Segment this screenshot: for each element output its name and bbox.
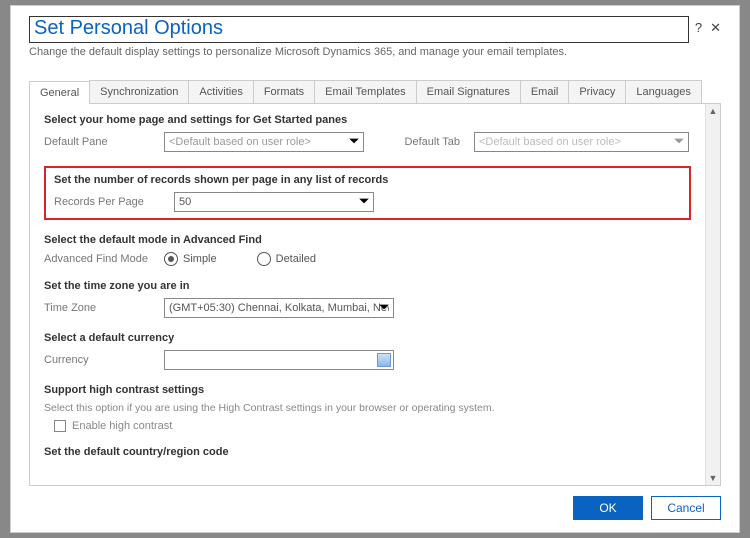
tab-email[interactable]: Email: [520, 80, 570, 103]
tab-email-templates[interactable]: Email Templates: [314, 80, 417, 103]
section-contrast-heading: Support high contrast settings: [44, 384, 691, 396]
lookup-icon: [377, 353, 391, 367]
advanced-find-mode-group: Simple Detailed: [164, 252, 316, 266]
default-pane-select[interactable]: [164, 132, 364, 152]
enable-high-contrast-row[interactable]: Enable high contrast: [54, 420, 691, 432]
tab-activities[interactable]: Activities: [188, 80, 253, 103]
dialog-header: Set Personal Options Change the default …: [29, 16, 721, 58]
records-per-page-label: Records Per Page: [54, 196, 174, 208]
radio-detailed[interactable]: Detailed: [257, 252, 316, 266]
personal-options-dialog: Set Personal Options Change the default …: [10, 5, 740, 533]
tab-privacy[interactable]: Privacy: [568, 80, 626, 103]
currency-label: Currency: [44, 354, 164, 366]
general-pane: Select your home page and settings for G…: [30, 104, 705, 485]
radio-dot-icon: [257, 252, 271, 266]
help-icon[interactable]: ?: [695, 20, 702, 36]
header-icons: ? ✕: [695, 16, 721, 36]
time-zone-label: Time Zone: [44, 302, 164, 314]
cancel-button[interactable]: Cancel: [651, 496, 721, 520]
title-block: Set Personal Options Change the default …: [29, 16, 695, 58]
radio-detailed-label: Detailed: [276, 253, 316, 265]
checkbox-icon: [54, 420, 66, 432]
section-find: Select the default mode in Advanced Find…: [44, 234, 691, 266]
scrollbar[interactable]: ▲ ▼: [705, 104, 720, 485]
section-tz-heading: Set the time zone you are in: [44, 280, 691, 292]
section-region: Set the default country/region code: [44, 446, 691, 458]
tab-bar: General Synchronization Activities Forma…: [29, 80, 721, 104]
contrast-hint: Select this option if you are using the …: [44, 402, 691, 414]
section-home: Select your home page and settings for G…: [44, 114, 691, 152]
tab-languages[interactable]: Languages: [625, 80, 701, 103]
default-pane-label: Default Pane: [44, 136, 164, 148]
tab-general[interactable]: General: [29, 81, 90, 104]
section-records-heading: Set the number of records shown per page…: [54, 174, 681, 186]
radio-simple-label: Simple: [183, 253, 217, 265]
dialog-footer: OK Cancel: [29, 486, 721, 520]
tab-synchronization[interactable]: Synchronization: [89, 80, 189, 103]
section-contrast: Support high contrast settings Select th…: [44, 384, 691, 432]
currency-lookup[interactable]: [164, 350, 394, 370]
tab-formats[interactable]: Formats: [253, 80, 315, 103]
default-tab-select[interactable]: [474, 132, 689, 152]
radio-simple[interactable]: Simple: [164, 252, 217, 266]
scroll-up-icon: ▲: [709, 104, 718, 118]
time-zone-select[interactable]: [164, 298, 394, 318]
default-tab-label: Default Tab: [364, 136, 474, 148]
section-currency-heading: Select a default currency: [44, 332, 691, 344]
ok-button[interactable]: OK: [573, 496, 643, 520]
section-find-heading: Select the default mode in Advanced Find: [44, 234, 691, 246]
close-icon[interactable]: ✕: [710, 20, 721, 36]
scroll-down-icon: ▼: [709, 471, 718, 485]
dialog-title: Set Personal Options: [29, 16, 689, 43]
radio-dot-icon: [164, 252, 178, 266]
enable-high-contrast-label: Enable high contrast: [72, 420, 172, 432]
records-per-page-select[interactable]: [174, 192, 374, 212]
section-timezone: Set the time zone you are in Time Zone: [44, 280, 691, 318]
content-wrap: Select your home page and settings for G…: [29, 104, 721, 486]
section-region-heading: Set the default country/region code: [44, 446, 691, 458]
dialog-subtitle: Change the default display settings to p…: [29, 46, 695, 58]
tab-email-signatures[interactable]: Email Signatures: [416, 80, 521, 103]
section-currency: Select a default currency Currency: [44, 332, 691, 370]
section-home-heading: Select your home page and settings for G…: [44, 114, 691, 126]
section-records-highlight: Set the number of records shown per page…: [44, 166, 691, 220]
advanced-find-mode-label: Advanced Find Mode: [44, 253, 164, 265]
